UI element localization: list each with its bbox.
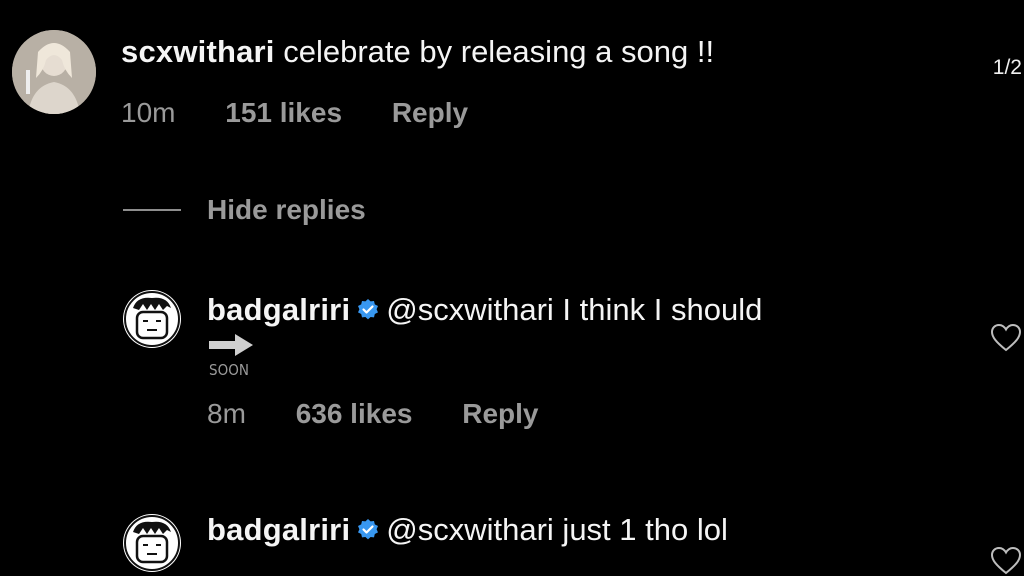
reply-2-avatar[interactable] [123, 514, 181, 572]
verified-badge-icon [358, 518, 379, 540]
reply-1: badgalriri @scxwithari I think I should [207, 292, 762, 328]
reply-2-username[interactable]: badgalriri [207, 512, 350, 547]
reply-1-reply-button[interactable]: Reply [462, 398, 538, 430]
verified-badge-icon [358, 298, 379, 320]
hide-replies-divider [123, 209, 181, 211]
comment-meta: 10m 151 likes Reply [121, 97, 468, 129]
reply-2-text: @scxwithari just 1 tho lol [386, 512, 728, 547]
comment-text: celebrate by releasing a song !! [283, 34, 715, 69]
comment-time: 10m [121, 97, 176, 128]
arrow-icon [209, 334, 253, 356]
top-comment: scxwithari celebrate by releasing a song… [121, 34, 714, 70]
reply-avatar[interactable] [123, 290, 181, 348]
reply-1-text: @scxwithari I think I should [386, 292, 763, 327]
heart-icon[interactable] [990, 546, 1022, 576]
page-indicator: 1/2 [992, 56, 1022, 79]
soon-sticker: SOON [209, 334, 257, 379]
avatar-photo-image [12, 30, 96, 114]
reply-1-meta: 8m 636 likes Reply [207, 398, 539, 430]
heart-icon[interactable] [990, 323, 1022, 353]
comment-likes[interactable]: 151 likes [225, 97, 342, 129]
reply-1-username[interactable]: badgalriri [207, 292, 350, 327]
commenter-avatar[interactable] [12, 30, 96, 114]
reply-2: badgalriri @scxwithari just 1 tho lol [207, 512, 728, 548]
reply-1-time: 8m [207, 398, 246, 429]
comment-reply-button[interactable]: Reply [392, 97, 468, 129]
drawn-face-icon [124, 291, 180, 347]
soon-label: SOON [209, 361, 249, 379]
drawn-face-icon [124, 515, 180, 571]
comment-username[interactable]: scxwithari [121, 34, 275, 69]
reply-1-likes[interactable]: 636 likes [296, 398, 413, 430]
hide-replies-button[interactable]: Hide replies [207, 193, 366, 227]
